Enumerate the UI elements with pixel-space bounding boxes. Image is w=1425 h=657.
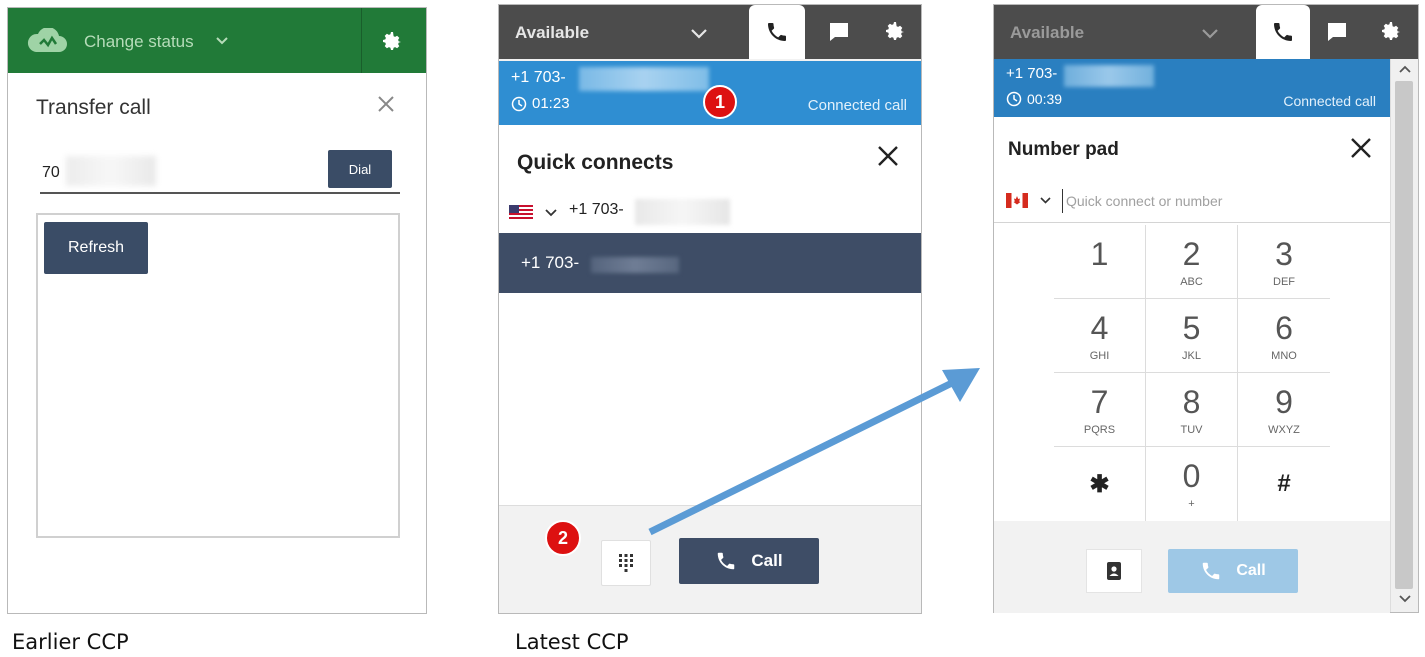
tab-settings[interactable] bbox=[867, 5, 923, 59]
earlier-ccp-panel: Change status Transfer call Dial Refresh bbox=[7, 7, 427, 614]
change-status-button[interactable]: Change status bbox=[84, 32, 194, 52]
tab-settings[interactable] bbox=[1364, 5, 1418, 59]
flow-arrow bbox=[648, 368, 980, 536]
key-9[interactable]: 9 WXYZ bbox=[1238, 373, 1330, 447]
call-state: Connected call bbox=[807, 97, 907, 114]
caption-earlier-ccp: Earlier CCP bbox=[12, 630, 129, 654]
key-4[interactable]: 4 GHI bbox=[1054, 299, 1146, 373]
chevron-up-icon[interactable] bbox=[1399, 65, 1411, 73]
callout-marker-1: 1 bbox=[703, 85, 737, 119]
phone-icon bbox=[718, 552, 735, 570]
canada-flag-icon[interactable] bbox=[1006, 193, 1028, 208]
key-8[interactable]: 8 TUV bbox=[1146, 373, 1238, 447]
chevron-down-icon[interactable] bbox=[1202, 29, 1218, 39]
phone-icon bbox=[1274, 23, 1292, 41]
number-pad-ccp-panel: Available +1 703- 00:39 Connected call N… bbox=[993, 4, 1419, 613]
quick-connect-list[interactable]: Refresh bbox=[36, 213, 400, 538]
quick-connect-item[interactable]: +1 703- bbox=[499, 233, 921, 293]
key-3[interactable]: 3 DEF bbox=[1238, 225, 1330, 299]
key-1[interactable]: 1 bbox=[1054, 225, 1146, 299]
contact-book-icon bbox=[1107, 562, 1121, 580]
gear-icon bbox=[1382, 22, 1400, 40]
active-call-bar[interactable]: +1 703- 00:39 Connected call bbox=[994, 59, 1390, 117]
caller-number: +1 703- bbox=[1006, 65, 1058, 82]
call-timer: 01:23 bbox=[511, 95, 570, 112]
call-button[interactable]: Call bbox=[1168, 549, 1298, 593]
scrollbar[interactable] bbox=[1390, 59, 1418, 612]
status-bar: Available bbox=[499, 5, 921, 59]
dial-pad: 1 2 ABC 3 DEF 4 GHI 5 JKL 6 MNO 7 PQRS 8 TUV 9W… bbox=[1054, 225, 1330, 521]
quick-connect-label: +1 703- bbox=[521, 253, 580, 272]
callout-marker-2: 2 bbox=[545, 520, 581, 556]
key-6[interactable]: 6 MNO bbox=[1238, 299, 1330, 373]
key-2[interactable]: 2 ABC bbox=[1146, 225, 1238, 299]
call-state: Connected call bbox=[1283, 93, 1376, 109]
redacted-number bbox=[635, 199, 730, 225]
chat-icon bbox=[830, 23, 848, 41]
key-7[interactable]: 7 PQRS bbox=[1054, 373, 1146, 447]
key-star[interactable]: ✱ bbox=[1054, 447, 1146, 521]
caller-number: +1 703- bbox=[511, 69, 566, 86]
divider bbox=[361, 8, 362, 73]
close-icon[interactable] bbox=[376, 94, 396, 114]
close-icon[interactable] bbox=[877, 145, 899, 167]
transfer-call-title: Transfer call bbox=[36, 96, 151, 119]
chevron-down-icon[interactable] bbox=[216, 36, 228, 46]
agent-status-dropdown[interactable]: Available bbox=[515, 23, 589, 43]
refresh-button[interactable]: Refresh bbox=[44, 222, 148, 274]
tab-chat[interactable] bbox=[811, 5, 867, 59]
redacted-number bbox=[579, 67, 709, 91]
redacted-number bbox=[66, 156, 156, 186]
cloud-logo-icon bbox=[28, 28, 67, 52]
key-hash[interactable]: # bbox=[1238, 447, 1330, 521]
call-label: Call bbox=[1236, 562, 1266, 579]
quick-connects-title: Quick connects bbox=[517, 151, 674, 174]
number-pad-button[interactable] bbox=[601, 540, 651, 586]
chevron-down-icon[interactable] bbox=[1399, 595, 1411, 603]
status-bar: Change status bbox=[8, 8, 426, 73]
call-duration: 00:39 bbox=[1027, 91, 1063, 107]
tab-chat[interactable] bbox=[1310, 5, 1364, 59]
us-flag-icon[interactable] bbox=[509, 205, 533, 221]
close-icon[interactable] bbox=[1350, 137, 1372, 159]
gear-icon bbox=[886, 22, 904, 40]
chevron-down-icon[interactable] bbox=[1040, 197, 1051, 204]
phone-icon bbox=[1203, 562, 1220, 580]
key-0[interactable]: 0 + bbox=[1146, 447, 1238, 521]
phone-icon bbox=[768, 23, 786, 41]
redacted-number bbox=[591, 257, 679, 273]
call-footer: Call bbox=[994, 521, 1390, 613]
quick-connect-or-number-input[interactable] bbox=[1062, 189, 1362, 213]
number-pad-title: Number pad bbox=[1008, 139, 1119, 160]
call-duration: 01:23 bbox=[532, 95, 570, 112]
caption-latest-ccp: Latest CCP bbox=[515, 630, 629, 654]
agent-status-dropdown[interactable]: Available bbox=[1010, 23, 1084, 43]
gear-icon[interactable] bbox=[380, 30, 404, 54]
clock-icon bbox=[1006, 91, 1022, 107]
status-bar: Available bbox=[994, 5, 1418, 59]
call-button[interactable]: Call bbox=[679, 538, 819, 584]
scrollbar-thumb[interactable] bbox=[1395, 81, 1413, 589]
quick-connects-button[interactable] bbox=[1086, 549, 1142, 593]
dial-button[interactable]: Dial bbox=[328, 150, 392, 188]
keypad-icon bbox=[619, 554, 633, 572]
redacted-number bbox=[1064, 65, 1154, 87]
key-5[interactable]: 5 JKL bbox=[1146, 299, 1238, 373]
chevron-down-icon[interactable] bbox=[691, 29, 707, 39]
chevron-down-icon[interactable] bbox=[545, 209, 557, 217]
call-label: Call bbox=[751, 551, 783, 570]
call-timer: 00:39 bbox=[1006, 91, 1062, 107]
number-pad-header: Number pad bbox=[994, 117, 1390, 223]
clock-icon bbox=[511, 96, 527, 111]
tab-phone[interactable] bbox=[1256, 5, 1310, 59]
chat-icon bbox=[1328, 23, 1346, 41]
tab-phone[interactable] bbox=[749, 5, 805, 59]
quick-connect-search-input[interactable]: +1 703- bbox=[569, 201, 624, 219]
